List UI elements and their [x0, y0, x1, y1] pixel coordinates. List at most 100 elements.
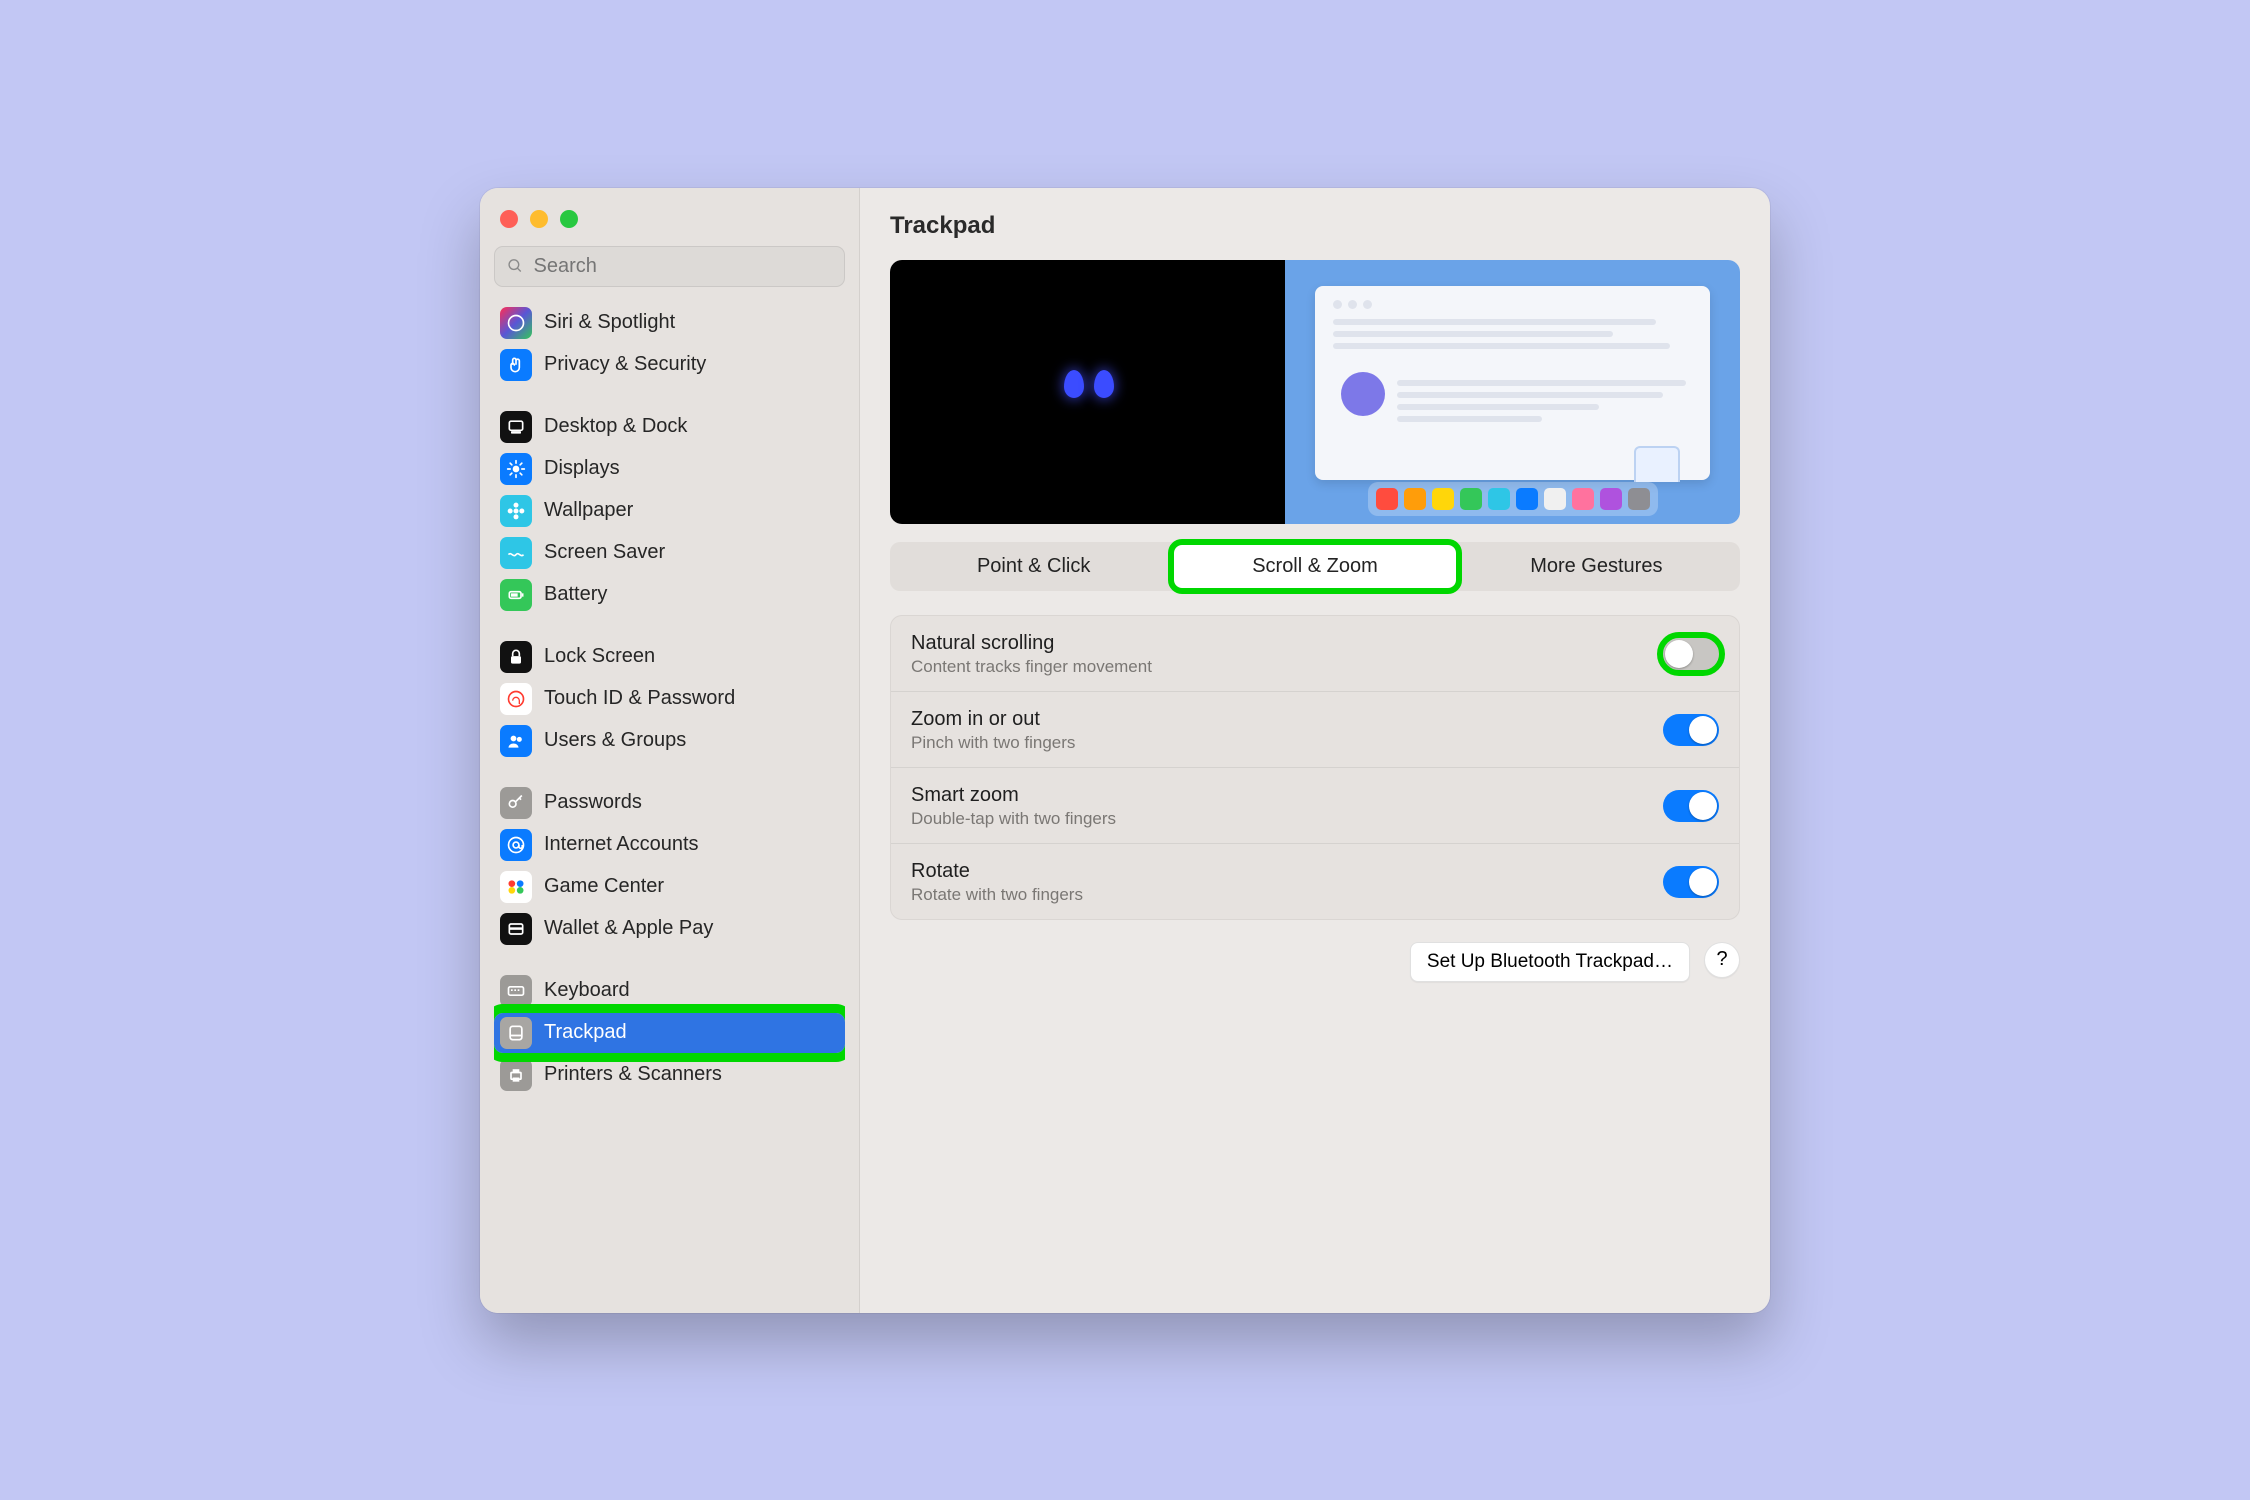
- wallet-icon: [500, 913, 532, 945]
- minimize-window-button[interactable]: [530, 210, 548, 228]
- search-icon: [507, 257, 524, 275]
- finger-indicator: [1064, 370, 1114, 398]
- sidebar-item-desktop-dock[interactable]: Desktop & Dock: [494, 407, 845, 447]
- dock-swatch: [1488, 488, 1510, 510]
- sidebar-item-label: Screen Saver: [544, 541, 665, 564]
- sidebar-item-displays[interactable]: Displays: [494, 449, 845, 489]
- gesture-preview-trackpad: [890, 260, 1285, 524]
- sidebar-item-label: Siri & Spotlight: [544, 311, 675, 334]
- lock-icon: [500, 641, 532, 673]
- dock-swatch: [1516, 488, 1538, 510]
- sidebar-item-label: Wallpaper: [544, 499, 633, 522]
- hand-icon: [500, 349, 532, 381]
- finger-icon: [500, 683, 532, 715]
- search-input[interactable]: [534, 255, 832, 278]
- sidebar-item-label: Users & Groups: [544, 729, 686, 752]
- at-icon: [500, 829, 532, 861]
- sidebar-item-label: Keyboard: [544, 979, 630, 1002]
- sidebar-item-label: Touch ID & Password: [544, 687, 735, 710]
- sidebar-item-game-center[interactable]: Game Center: [494, 867, 845, 907]
- close-window-button[interactable]: [500, 210, 518, 228]
- sidebar-list[interactable]: Siri & Spotlight Privacy & Security Desk…: [494, 301, 845, 1301]
- setting-row-rotate: RotateRotate with two fingers: [891, 844, 1739, 919]
- gesture-preview: [890, 260, 1740, 524]
- setting-title: Zoom in or out: [911, 708, 1663, 731]
- sidebar-item-label: Printers & Scanners: [544, 1063, 722, 1086]
- dock-swatch: [1376, 488, 1398, 510]
- dock-swatch: [1600, 488, 1622, 510]
- gesture-preview-dock: [1368, 482, 1658, 516]
- sidebar-item-passwords[interactable]: Passwords: [494, 783, 845, 823]
- sidebar-item-wallpaper[interactable]: Wallpaper: [494, 491, 845, 531]
- fullscreen-window-button[interactable]: [560, 210, 578, 228]
- tab-scroll-zoom[interactable]: Scroll & Zoom: [1174, 545, 1455, 588]
- sidebar-item-screen-saver[interactable]: Screen Saver: [494, 533, 845, 573]
- print-icon: [500, 1059, 532, 1091]
- setting-subtitle: Rotate with two fingers: [911, 885, 1663, 905]
- settings-panel: Natural scrollingContent tracks finger m…: [890, 615, 1740, 920]
- track-icon: [500, 1017, 532, 1049]
- setting-title: Natural scrolling: [911, 632, 1663, 655]
- gesture-preview-window: [1315, 286, 1710, 480]
- sidebar-item-keyboard[interactable]: Keyboard: [494, 971, 845, 1011]
- dock-icon: [500, 411, 532, 443]
- sidebar: Siri & Spotlight Privacy & Security Desk…: [480, 188, 860, 1313]
- game-icon: [500, 871, 532, 903]
- sidebar-item-label: Desktop & Dock: [544, 415, 687, 438]
- dock-swatch: [1432, 488, 1454, 510]
- setting-subtitle: Double-tap with two fingers: [911, 809, 1663, 829]
- setting-title: Smart zoom: [911, 784, 1663, 807]
- dock-swatch: [1544, 488, 1566, 510]
- tab-point-click[interactable]: Point & Click: [893, 545, 1174, 588]
- sidebar-item-label: Trackpad: [544, 1021, 627, 1044]
- sidebar-item-wallet-apple-pay[interactable]: Wallet & Apple Pay: [494, 909, 845, 949]
- toggle-smart-zoom[interactable]: [1663, 790, 1719, 822]
- sidebar-item-siri-spotlight[interactable]: Siri & Spotlight: [494, 303, 845, 343]
- setup-bluetooth-trackpad-button[interactable]: Set Up Bluetooth Trackpad…: [1410, 942, 1690, 982]
- search-field[interactable]: [494, 246, 845, 287]
- siri-icon: [500, 307, 532, 339]
- system-settings-window: Siri & Spotlight Privacy & Security Desk…: [480, 188, 1770, 1313]
- sidebar-item-label: Privacy & Security: [544, 353, 706, 376]
- sidebar-item-label: Battery: [544, 583, 607, 606]
- dock-swatch: [1404, 488, 1426, 510]
- sidebar-item-label: Displays: [544, 457, 620, 480]
- setting-row-zoom-in-or-out: Zoom in or outPinch with two fingers: [891, 692, 1739, 768]
- sidebar-item-lock-screen[interactable]: Lock Screen: [494, 637, 845, 677]
- gesture-preview-screen: [1285, 260, 1740, 524]
- toggle-zoom-in-or-out[interactable]: [1663, 714, 1719, 746]
- sidebar-item-label: Wallet & Apple Pay: [544, 917, 713, 940]
- sidebar-item-label: Passwords: [544, 791, 642, 814]
- dock-swatch: [1572, 488, 1594, 510]
- setting-row-smart-zoom: Smart zoomDouble-tap with two fingers: [891, 768, 1739, 844]
- sidebar-item-trackpad[interactable]: Trackpad: [494, 1013, 845, 1053]
- page-title: Trackpad: [890, 212, 1740, 240]
- sidebar-item-users-groups[interactable]: Users & Groups: [494, 721, 845, 761]
- dock-swatch: [1628, 488, 1650, 510]
- setting-subtitle: Pinch with two fingers: [911, 733, 1663, 753]
- users-icon: [500, 725, 532, 757]
- sidebar-item-privacy-security[interactable]: Privacy & Security: [494, 345, 845, 385]
- window-controls: [494, 206, 845, 246]
- sun-icon: [500, 453, 532, 485]
- sidebar-item-label: Game Center: [544, 875, 664, 898]
- setting-row-natural-scrolling: Natural scrollingContent tracks finger m…: [891, 616, 1739, 692]
- dock-swatch: [1460, 488, 1482, 510]
- setting-title: Rotate: [911, 860, 1663, 883]
- toggle-rotate[interactable]: [1663, 866, 1719, 898]
- main-content: Trackpad: [860, 188, 1770, 1313]
- sidebar-item-printers-scanners[interactable]: Printers & Scanners: [494, 1055, 845, 1095]
- sidebar-item-touch-id-password[interactable]: Touch ID & Password: [494, 679, 845, 719]
- batt-icon: [500, 579, 532, 611]
- tab-more-gestures[interactable]: More Gestures: [1456, 545, 1737, 588]
- kb-icon: [500, 975, 532, 1007]
- help-button[interactable]: ?: [1704, 942, 1740, 978]
- setting-subtitle: Content tracks finger movement: [911, 657, 1663, 677]
- sidebar-item-label: Lock Screen: [544, 645, 655, 668]
- toggle-natural-scrolling[interactable]: [1663, 638, 1719, 670]
- tabs-segmented-control: Point & ClickScroll & ZoomMore Gestures: [890, 542, 1740, 591]
- sidebar-item-internet-accounts[interactable]: Internet Accounts: [494, 825, 845, 865]
- key-icon: [500, 787, 532, 819]
- sidebar-item-battery[interactable]: Battery: [494, 575, 845, 615]
- wave-icon: [500, 537, 532, 569]
